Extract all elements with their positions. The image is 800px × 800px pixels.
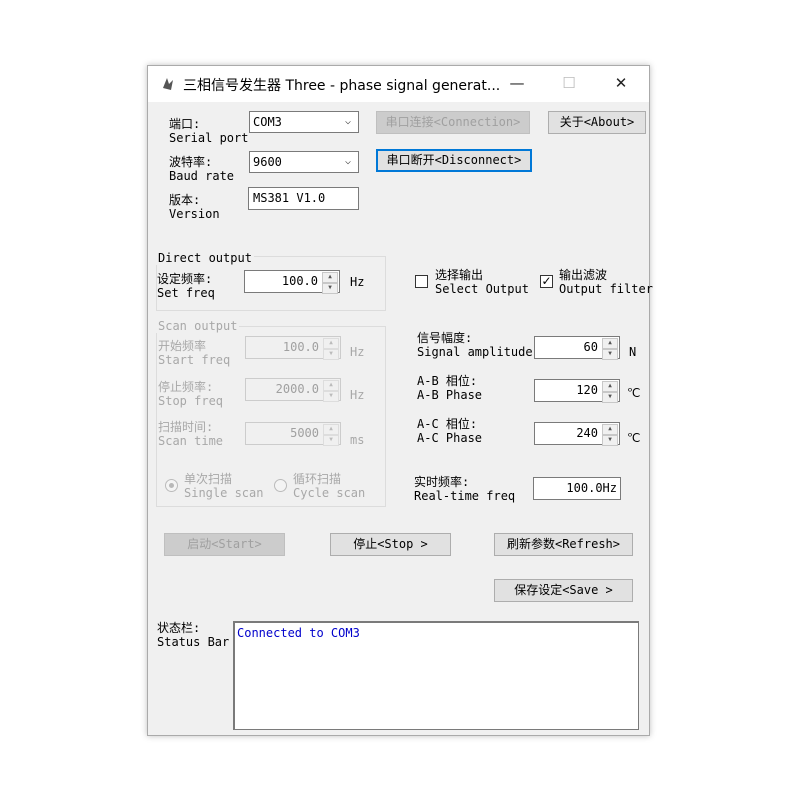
ab-phase-label-en: A-B Phase — [417, 388, 483, 402]
single-scan-label-cn: 单次扫描 — [184, 472, 233, 486]
ab-phase-value: 120 — [576, 383, 598, 397]
ab-phase-unit: ℃ — [627, 386, 641, 400]
check-icon: ✓ — [541, 274, 552, 288]
cycle-scan-label-cn: 循环扫描 — [293, 472, 342, 486]
version-label-en: Version — [169, 207, 220, 221]
spin-down-icon[interactable]: ▼ — [602, 349, 618, 360]
title-bar[interactable]: 三相信号发生器 Three - phase signal generat... … — [148, 66, 649, 102]
status-label-en: Status Bar — [157, 635, 230, 649]
select-output-checkbox[interactable] — [415, 275, 428, 288]
set-freq-label-en: Set freq — [157, 286, 215, 300]
status-label-cn: 状态栏: — [157, 621, 201, 635]
realtime-label-en: Real-time freq — [414, 489, 516, 503]
amplitude-label-cn: 信号幅度: — [417, 331, 473, 345]
spin-up-icon[interactable]: ▲ — [602, 381, 618, 392]
set-freq-unit: Hz — [350, 275, 365, 289]
spin-down-icon[interactable]: ▼ — [602, 392, 618, 403]
ac-phase-label-en: A-C Phase — [417, 431, 483, 445]
start-freq-label-cn: 开始频率 — [158, 339, 207, 353]
spin-down-icon[interactable]: ▼ — [323, 391, 339, 402]
output-filter-label-cn: 输出滤波 — [559, 268, 608, 282]
port-select[interactable]: COM3 ⌵ — [249, 111, 359, 133]
stop-freq-unit: Hz — [350, 388, 365, 402]
ac-phase-stepper[interactable]: 240 ▲ ▼ — [534, 422, 620, 446]
stop-freq-stepper[interactable]: 2000.0 ▲ ▼ — [245, 378, 341, 402]
port-label-en: Serial port — [169, 131, 249, 145]
spin-down-icon[interactable]: ▼ — [323, 435, 339, 446]
app-icon — [163, 78, 173, 90]
scan-time-unit: ms — [350, 433, 365, 447]
spin-down-icon[interactable]: ▼ — [323, 349, 339, 360]
status-text-area[interactable]: Connected to COM3 — [233, 621, 639, 730]
set-freq-value: 100.0 — [281, 274, 318, 288]
set-freq-label-cn: 设定频率: — [157, 272, 213, 286]
start-button[interactable]: 启动<Start> — [164, 533, 285, 556]
stop-freq-label-en: Stop freq — [158, 394, 224, 408]
baud-label-en: Baud rate — [169, 169, 235, 183]
version-label-cn: 版本: — [169, 193, 201, 207]
save-button[interactable]: 保存设定<Save > — [494, 579, 633, 602]
maximize-button[interactable]: ☐ — [546, 66, 592, 102]
disconnect-button[interactable]: 串口断开<Disconnect> — [376, 149, 532, 172]
amplitude-stepper[interactable]: 60 ▲ ▼ — [534, 336, 620, 360]
start-freq-stepper[interactable]: 100.0 ▲ ▼ — [245, 336, 341, 360]
scan-time-value: 5000 — [290, 426, 319, 440]
single-scan-radio[interactable] — [165, 479, 178, 492]
window-title: 三相信号发生器 Three - phase signal generat... — [183, 78, 501, 94]
amplitude-label-en: Signal amplitude — [417, 345, 533, 359]
ab-phase-stepper[interactable]: 120 ▲ ▼ — [534, 379, 620, 403]
refresh-button[interactable]: 刷新参数<Refresh> — [494, 533, 633, 556]
spin-up-icon[interactable]: ▲ — [323, 380, 339, 391]
ac-phase-value: 240 — [576, 426, 598, 440]
stop-freq-label-cn: 停止频率: — [158, 380, 214, 394]
radio-dot — [169, 483, 174, 488]
chevron-down-icon: ⌵ — [344, 156, 352, 167]
scan-time-stepper[interactable]: 5000 ▲ ▼ — [245, 422, 341, 446]
port-label-cn: 端口: — [169, 117, 201, 131]
amplitude-unit: N — [629, 345, 637, 359]
select-output-label-cn: 选择输出 — [435, 268, 484, 282]
realtime-label-cn: 实时频率: — [414, 475, 470, 489]
close-button[interactable]: ✕ — [598, 66, 644, 102]
ac-phase-unit: ℃ — [627, 431, 641, 445]
baud-select-value: 9600 — [253, 155, 282, 169]
chevron-down-icon: ⌵ — [344, 116, 352, 127]
single-scan-label-en: Single scan — [184, 486, 264, 500]
amplitude-value: 60 — [583, 340, 598, 354]
stop-button[interactable]: 停止<Stop > — [330, 533, 451, 556]
spin-down-icon[interactable]: ▼ — [322, 283, 338, 294]
status-message: Connected to COM3 — [237, 626, 360, 640]
about-button[interactable]: 关于<About> — [548, 111, 646, 134]
spin-down-icon[interactable]: ▼ — [602, 435, 618, 446]
set-freq-stepper[interactable]: 100.0 ▲ ▼ — [244, 270, 340, 294]
direct-output-title: Direct output — [156, 251, 254, 265]
scan-output-title: Scan output — [156, 319, 240, 333]
spin-up-icon[interactable]: ▲ — [323, 338, 339, 349]
spin-up-icon[interactable]: ▲ — [602, 424, 618, 435]
start-freq-value: 100.0 — [282, 340, 319, 354]
spin-up-icon[interactable]: ▲ — [323, 424, 339, 435]
select-output-label-en: Select Output — [435, 282, 529, 296]
scan-time-label-cn: 扫描时间: — [158, 420, 214, 434]
version-field[interactable]: MS381 V1.0 — [248, 187, 359, 210]
port-select-value: COM3 — [253, 115, 282, 129]
ab-phase-label-cn: A-B 相位: — [417, 374, 478, 388]
output-filter-checkbox[interactable]: ✓ — [540, 275, 553, 288]
output-filter-label-en: Output filter — [559, 282, 653, 296]
cycle-scan-label-en: Cycle scan — [293, 486, 366, 500]
main-window: 三相信号发生器 Three - phase signal generat... … — [147, 65, 653, 736]
ac-phase-label-cn: A-C 相位: — [417, 417, 478, 431]
baud-label-cn: 波特率: — [169, 155, 213, 169]
scan-time-label-en: Scan time — [158, 434, 224, 448]
stop-freq-value: 2000.0 — [275, 382, 319, 396]
spin-up-icon[interactable]: ▲ — [602, 338, 618, 349]
connect-button[interactable]: 串口连接<Connection> — [376, 111, 530, 134]
start-freq-unit: Hz — [350, 345, 365, 359]
spin-up-icon[interactable]: ▲ — [322, 272, 338, 283]
minimize-button[interactable]: — — [494, 66, 540, 102]
realtime-freq-field[interactable]: 100.0Hz — [533, 477, 621, 500]
cycle-scan-radio[interactable] — [274, 479, 287, 492]
start-freq-label-en: Start freq — [158, 353, 231, 367]
baud-select[interactable]: 9600 ⌵ — [249, 151, 359, 173]
